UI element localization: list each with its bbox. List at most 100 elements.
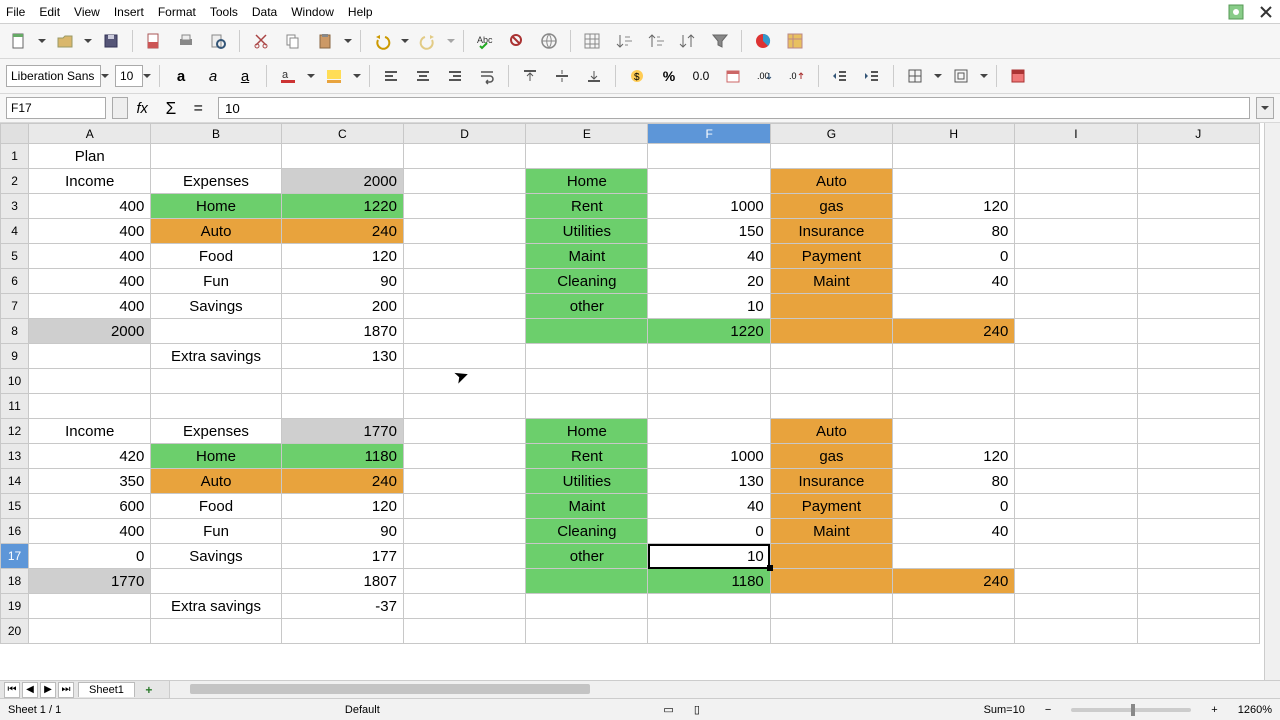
cell-D18[interactable]: [403, 569, 525, 594]
zoom-in-button[interactable]: +: [1211, 704, 1217, 716]
cell-H5[interactable]: 0: [893, 244, 1015, 269]
cell-E14[interactable]: Utilities: [526, 469, 648, 494]
cell-G11[interactable]: [770, 394, 892, 419]
cell-F19[interactable]: [648, 594, 770, 619]
cell-A19[interactable]: [29, 594, 151, 619]
row-header[interactable]: 7: [1, 294, 29, 319]
row-header[interactable]: 17: [1, 544, 29, 569]
column-header-G[interactable]: G: [770, 124, 892, 144]
wrap-text-button[interactable]: [474, 63, 500, 89]
cell-H16[interactable]: 40: [893, 519, 1015, 544]
cell-B19[interactable]: Extra savings: [151, 594, 281, 619]
cell-F9[interactable]: [648, 344, 770, 369]
cell-D12[interactable]: [403, 419, 525, 444]
column-header-C[interactable]: C: [281, 124, 403, 144]
cell-H10[interactable]: [893, 369, 1015, 394]
tab-next-button[interactable]: ▶: [40, 682, 56, 698]
column-header-D[interactable]: D: [403, 124, 525, 144]
cell-J19[interactable]: [1137, 594, 1259, 619]
row-header[interactable]: 13: [1, 444, 29, 469]
row-header[interactable]: 12: [1, 419, 29, 444]
cell-H13[interactable]: 120: [893, 444, 1015, 469]
cell-F12[interactable]: [648, 419, 770, 444]
cell-G1[interactable]: [770, 144, 892, 169]
cell-F10[interactable]: [648, 369, 770, 394]
font-size-input[interactable]: [115, 65, 143, 87]
row-header[interactable]: 14: [1, 469, 29, 494]
cell-I10[interactable]: [1015, 369, 1137, 394]
row-header[interactable]: 6: [1, 269, 29, 294]
cell-I14[interactable]: [1015, 469, 1137, 494]
menu-window[interactable]: Window: [291, 5, 334, 19]
cell-I8[interactable]: [1015, 319, 1137, 344]
column-header-J[interactable]: J: [1137, 124, 1259, 144]
cell-H8[interactable]: 240: [893, 319, 1015, 344]
cell-E13[interactable]: Rent: [526, 444, 648, 469]
cell-C5[interactable]: 120: [281, 244, 403, 269]
cell-H3[interactable]: 120: [893, 194, 1015, 219]
cell-F13[interactable]: 1000: [648, 444, 770, 469]
cell-J14[interactable]: [1137, 469, 1259, 494]
sort-desc-button[interactable]: [643, 28, 669, 54]
cell-A1[interactable]: Plan: [29, 144, 151, 169]
formula-input[interactable]: [218, 97, 1250, 119]
cell-F7[interactable]: 10: [648, 294, 770, 319]
cell-C13[interactable]: 1180: [281, 444, 403, 469]
cell-B6[interactable]: Fun: [151, 269, 281, 294]
cell-I17[interactable]: [1015, 544, 1137, 569]
cell-G12[interactable]: Auto: [770, 419, 892, 444]
cell-G2[interactable]: Auto: [770, 169, 892, 194]
cell-A9[interactable]: [29, 344, 151, 369]
cell-E1[interactable]: [526, 144, 648, 169]
cell-H1[interactable]: [893, 144, 1015, 169]
cell-D4[interactable]: [403, 219, 525, 244]
row-header[interactable]: 5: [1, 244, 29, 269]
cell-H18[interactable]: 240: [893, 569, 1015, 594]
cell-G17[interactable]: [770, 544, 892, 569]
cell-J1[interactable]: [1137, 144, 1259, 169]
cell-A2[interactable]: Income: [29, 169, 151, 194]
cell-I6[interactable]: [1015, 269, 1137, 294]
cell-E2[interactable]: Home: [526, 169, 648, 194]
cell-C2[interactable]: 2000: [281, 169, 403, 194]
row-header[interactable]: 11: [1, 394, 29, 419]
cell-C19[interactable]: -37: [281, 594, 403, 619]
cell-I18[interactable]: [1015, 569, 1137, 594]
cell-A18[interactable]: 1770: [29, 569, 151, 594]
font-name[interactable]: [6, 63, 109, 89]
cell-B9[interactable]: Extra savings: [151, 344, 281, 369]
cell-D6[interactable]: [403, 269, 525, 294]
cell-D8[interactable]: [403, 319, 525, 344]
cell-B15[interactable]: Food: [151, 494, 281, 519]
font-size[interactable]: [115, 63, 151, 89]
chart-button[interactable]: [750, 28, 776, 54]
cell-C12[interactable]: 1770: [281, 419, 403, 444]
menu-help[interactable]: Help: [348, 5, 373, 19]
add-sheet-button[interactable]: +: [141, 682, 157, 698]
row-header[interactable]: 1: [1, 144, 29, 169]
cell-A13[interactable]: 420: [29, 444, 151, 469]
cell-C4[interactable]: 240: [281, 219, 403, 244]
cell-J11[interactable]: [1137, 394, 1259, 419]
paste-dropdown[interactable]: [344, 28, 352, 54]
cell-D20[interactable]: [403, 619, 525, 644]
spreadsheet-area[interactable]: ABCDEFGHIJ1Plan2IncomeExpenses2000HomeAu…: [0, 123, 1280, 680]
cell-C20[interactable]: [281, 619, 403, 644]
cell-G3[interactable]: gas: [770, 194, 892, 219]
cell-A16[interactable]: 400: [29, 519, 151, 544]
cell-C1[interactable]: [281, 144, 403, 169]
function-wizard-icon[interactable]: fx: [134, 97, 156, 119]
cell-E9[interactable]: [526, 344, 648, 369]
cell-I5[interactable]: [1015, 244, 1137, 269]
zoom-slider[interactable]: [1071, 708, 1191, 712]
cell-F18[interactable]: 1180: [648, 569, 770, 594]
cell-I7[interactable]: [1015, 294, 1137, 319]
cell-J20[interactable]: [1137, 619, 1259, 644]
font-name-input[interactable]: [6, 65, 101, 87]
autospell-button[interactable]: [504, 28, 530, 54]
cell-I13[interactable]: [1015, 444, 1137, 469]
cell-A11[interactable]: [29, 394, 151, 419]
cell-I19[interactable]: [1015, 594, 1137, 619]
cell-I2[interactable]: [1015, 169, 1137, 194]
cell-J4[interactable]: [1137, 219, 1259, 244]
